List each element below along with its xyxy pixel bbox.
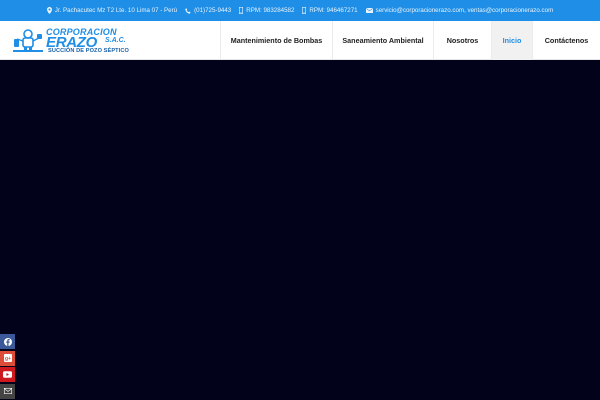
nav-item-inicio[interactable]: Inicio [491,21,532,60]
facebook-icon [3,337,12,346]
google-plus-icon: g+ [3,354,12,362]
social-sidebar: g+ [0,334,15,400]
mobile-icon [302,7,307,14]
svg-text:g+: g+ [5,356,11,362]
google-plus-button[interactable]: g+ [0,350,15,366]
hero-slider [0,61,600,400]
rpm1-info[interactable]: RPM: 983284582 [239,7,294,14]
mascot-icon [13,29,43,52]
facebook-button[interactable] [0,334,15,349]
site-header: CORPORACION ERAZO S.A.C. SUCCIÓN DE POZO… [0,21,600,60]
logo-tagline: SUCCIÓN DE POZO SÉPTICO [48,48,129,54]
email-info[interactable]: servicio@corporacionerazo.com, ventas@co… [365,7,554,14]
rpm1-text: RPM: 983284582 [246,7,295,14]
nav-item-mantenimiento[interactable]: Mantenimiento de Bombas [220,21,332,60]
phone-text: (01)725-9443 [194,7,232,14]
site-logo[interactable]: CORPORACION ERAZO S.A.C. SUCCIÓN DE POZO… [13,27,141,55]
address-info: Jr. Pachacutec Mz T2 Lte. 10 Lima 07 - P… [46,7,178,14]
mail-icon [3,388,12,394]
logo-suffix: S.A.C. [105,37,126,44]
map-marker-icon [46,7,52,14]
phone-icon [185,7,191,14]
nav-item-saneamiento[interactable]: Saneamiento Ambiental [332,21,433,60]
nav-item-nosotros[interactable]: Nosotros [433,21,491,60]
rpm2-info[interactable]: RPM: 946467271 [302,7,358,14]
mobile-icon [239,7,244,14]
phone-info[interactable]: (01)725-9443 [185,7,231,14]
rpm2-text: RPM: 946467271 [309,7,358,14]
address-text: Jr. Pachacutec Mz T2 Lte. 10 Lima 07 - P… [54,7,178,14]
email-text: servicio@corporacionerazo.com, ventas@co… [375,7,554,14]
mail-button[interactable] [0,383,15,399]
youtube-icon [3,371,12,378]
envelope-icon [365,8,373,13]
youtube-button[interactable] [0,367,15,382]
nav-item-contactenos[interactable]: Contáctenos [532,21,600,60]
top-info-bar: Jr. Pachacutec Mz T2 Lte. 10 Lima 07 - P… [0,0,600,21]
main-nav: Mantenimiento de Bombas Saneamiento Ambi… [220,21,600,60]
